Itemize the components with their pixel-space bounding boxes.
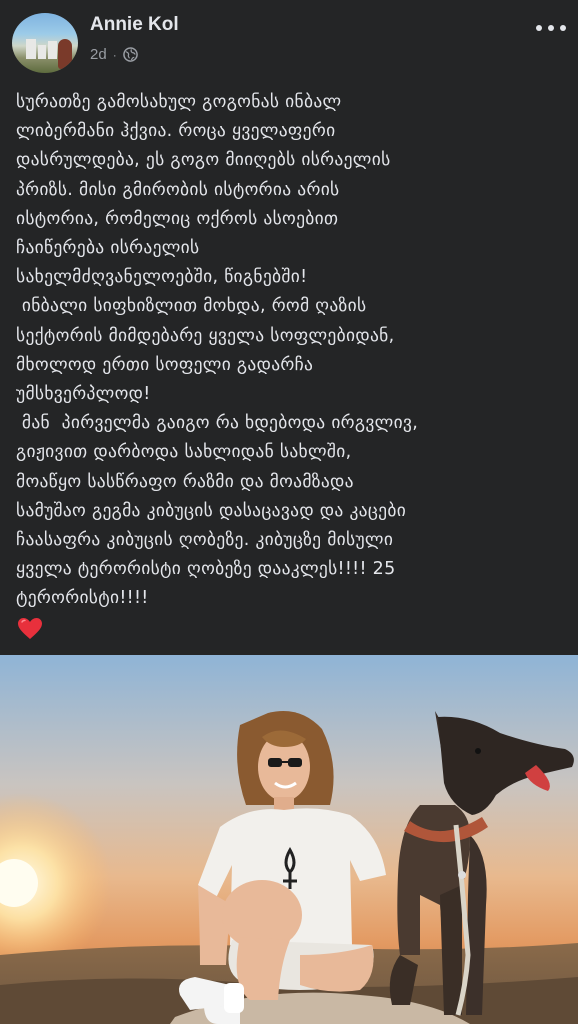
post-time[interactable]: 2d <box>90 46 107 63</box>
heart-icon <box>18 618 42 639</box>
more-dot <box>548 25 554 31</box>
more-dot <box>560 25 566 31</box>
more-dot <box>536 25 542 31</box>
post-photo[interactable] <box>0 655 578 1024</box>
avatar-building <box>48 41 57 59</box>
avatar-building <box>26 39 36 59</box>
photo-illustration <box>0 655 578 1024</box>
avatar-person <box>58 39 72 69</box>
globe-icon[interactable] <box>122 47 138 62</box>
meta-separator: · <box>112 47 117 62</box>
avatar[interactable] <box>12 13 78 73</box>
post-header: Annie Kol 2d · <box>0 0 578 80</box>
author-name[interactable]: Annie Kol <box>90 14 179 36</box>
post-meta: 2d · <box>90 46 138 63</box>
avatar-building <box>38 45 46 59</box>
post-text: სურათზე გამოსახულ გოგონას ინბალ ლიბერმან… <box>16 92 419 609</box>
more-options-button[interactable] <box>536 18 566 38</box>
